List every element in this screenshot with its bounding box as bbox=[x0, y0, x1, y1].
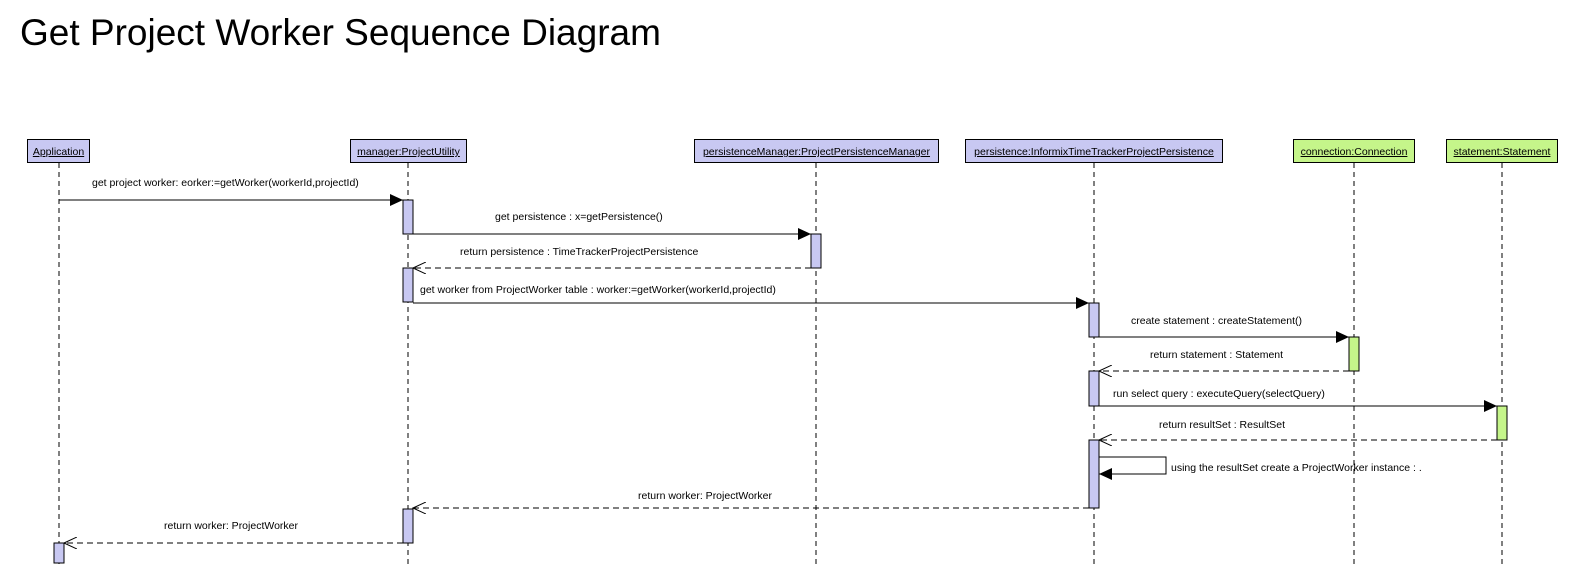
message-label-create-statement: create statement : createStatement() bbox=[1131, 315, 1302, 327]
message-label-run-select-query: run select query : executeQuery(selectQu… bbox=[1113, 388, 1325, 400]
message-label-return-persistence: return persistence : TimeTrackerProjectP… bbox=[460, 246, 698, 258]
message-label-return-worker-application: return worker: ProjectWorker bbox=[164, 520, 299, 532]
activation-persistence-1 bbox=[1088, 302, 1100, 338]
activation-persistence-manager bbox=[810, 233, 822, 269]
activation-application bbox=[53, 542, 65, 564]
activation-utility-1 bbox=[402, 199, 414, 235]
activation-utility-3 bbox=[402, 508, 414, 544]
message-label-get-persistence: get persistence : x=getPersistence() bbox=[495, 211, 663, 223]
activation-utility-2 bbox=[402, 267, 414, 303]
message-label-return-resultset: return resultSet : ResultSet bbox=[1159, 419, 1285, 431]
message-label-self-create-worker: using the resultSet create a ProjectWork… bbox=[1171, 462, 1422, 474]
activation-persistence-3 bbox=[1088, 439, 1100, 509]
message-label-return-statement: return statement : Statement bbox=[1150, 349, 1283, 361]
activation-statement bbox=[1496, 405, 1508, 441]
message-arrow-self-create-worker bbox=[1099, 456, 1167, 480]
message-label-return-worker-utility: return worker: ProjectWorker bbox=[638, 490, 773, 502]
activation-persistence-2 bbox=[1088, 370, 1100, 407]
activation-connection bbox=[1348, 336, 1360, 372]
message-label-get-worker: get worker from ProjectWorker table : wo… bbox=[420, 284, 776, 296]
sequence-diagram: get project worker: eorker:=getWorker(wo… bbox=[53, 163, 1508, 564]
message-label-get-project-worker: get project worker: eorker:=getWorker(wo… bbox=[92, 177, 359, 189]
